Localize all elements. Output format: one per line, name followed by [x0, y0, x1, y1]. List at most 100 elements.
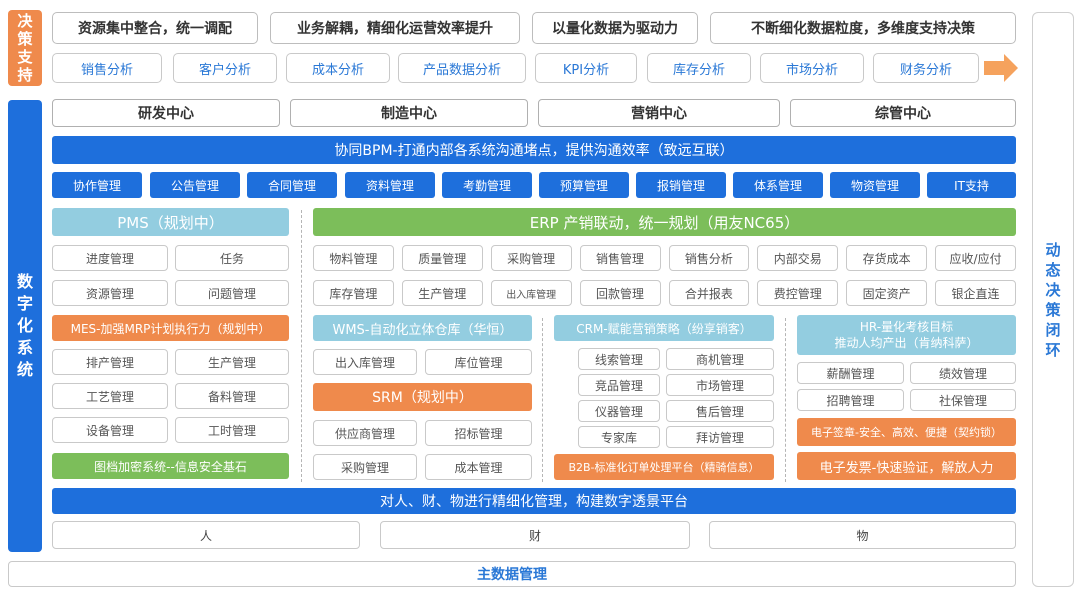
erp-production[interactable]: 生产管理 — [401, 280, 483, 306]
top-head-1: 资源集中整合，统一调配 — [52, 12, 258, 44]
closed-loop-label: 动态决策闭环 — [1032, 12, 1074, 587]
erp-consolidated[interactable]: 合并报表 — [668, 280, 750, 306]
divider — [785, 318, 786, 482]
bottom-bar: 对人、财、物进行精细化管理，构建数字透景平台 — [52, 488, 1016, 514]
bpm-notice[interactable]: 公告管理 — [150, 172, 240, 198]
closed-loop-char: 闭 — [1045, 320, 1061, 339]
analysis-kpi[interactable]: KPI分析 — [535, 53, 637, 83]
analysis-product[interactable]: 产品数据分析 — [398, 53, 526, 83]
decision-support-char: 支 — [17, 48, 33, 66]
analysis-customer[interactable]: 客户分析 — [173, 53, 277, 83]
wms-location[interactable]: 库位管理 — [425, 349, 532, 375]
erp-sales-analysis[interactable]: 销售分析 — [668, 245, 750, 271]
hr-title: HR-量化考核目标 推动人均产出（肯纳科萨） — [797, 315, 1016, 355]
crm-visits[interactable]: 拜访管理 — [666, 426, 774, 448]
crm-title: CRM-赋能营销策略（纷享销客） — [554, 315, 774, 341]
bpm-collab[interactable]: 协作管理 — [52, 172, 142, 198]
crm-instrument[interactable]: 仪器管理 — [578, 400, 660, 422]
bpm-materials[interactable]: 物资管理 — [830, 172, 920, 198]
erp-expense[interactable]: 费控管理 — [757, 280, 839, 306]
erp-inventory-cost[interactable]: 存货成本 — [846, 245, 928, 271]
hr-insurance[interactable]: 社保管理 — [910, 389, 1016, 411]
crm-leads[interactable]: 线索管理 — [578, 348, 660, 370]
analysis-inventory[interactable]: 库存分析 — [647, 53, 751, 83]
bpm-contract[interactable]: 合同管理 — [247, 172, 337, 198]
bpm-reimburse[interactable]: 报销管理 — [636, 172, 726, 198]
erp-sales[interactable]: 销售管理 — [579, 245, 661, 271]
arrow-right-icon — [984, 54, 1018, 82]
hr-recruit[interactable]: 招聘管理 — [797, 389, 904, 411]
mes-prep[interactable]: 备料管理 — [175, 383, 289, 409]
crm-experts[interactable]: 专家库 — [578, 426, 660, 448]
bpm-docs[interactable]: 资料管理 — [345, 172, 435, 198]
mes-production[interactable]: 生产管理 — [175, 349, 289, 375]
decision-support-char: 决 — [17, 12, 33, 30]
wms-inout[interactable]: 出入库管理 — [313, 349, 417, 375]
wms-title: WMS-自动化立体仓库（华恒） — [313, 315, 532, 341]
digital-system-char: 化 — [16, 316, 33, 335]
srm-supplier[interactable]: 供应商管理 — [313, 420, 417, 446]
mes-worktime[interactable]: 工时管理 — [175, 417, 289, 443]
top-head-2: 业务解耦，精细化运营效率提升 — [270, 12, 520, 44]
closed-loop-char: 策 — [1045, 300, 1061, 319]
bpm-budget[interactable]: 预算管理 — [539, 172, 629, 198]
top-head-4: 不断细化数据粒度，多维度支持决策 — [710, 12, 1016, 44]
center-rd: 研发中心 — [52, 99, 280, 127]
pms-progress[interactable]: 进度管理 — [52, 245, 168, 271]
divider — [542, 318, 543, 482]
bpm-system[interactable]: 体系管理 — [733, 172, 823, 198]
crm-market[interactable]: 市场管理 — [666, 374, 774, 396]
erp-stock[interactable]: 库存管理 — [313, 280, 394, 306]
srm-cost[interactable]: 成本管理 — [425, 454, 532, 480]
mes-process[interactable]: 工艺管理 — [52, 383, 168, 409]
e-signature: 电子签章-安全、高效、便捷（契约锁） — [797, 418, 1016, 446]
bpm-it[interactable]: IT支持 — [927, 172, 1016, 198]
hr-title-line1: HR-量化考核目标 — [859, 320, 954, 334]
master-data: 主数据管理 — [8, 561, 1016, 587]
decision-support-char: 持 — [17, 66, 33, 84]
digital-system-char: 统 — [16, 360, 33, 379]
closed-loop-char: 决 — [1045, 280, 1061, 299]
analysis-market[interactable]: 市场分析 — [760, 53, 864, 83]
footer-material: 物 — [709, 521, 1016, 549]
pms-issue[interactable]: 问题管理 — [175, 280, 289, 306]
closed-loop-char: 态 — [1045, 260, 1061, 279]
erp-material[interactable]: 物料管理 — [313, 245, 394, 271]
erp-internal-trade[interactable]: 内部交易 — [757, 245, 839, 271]
erp-fixed-assets[interactable]: 固定资产 — [846, 280, 928, 306]
closed-loop-char: 动 — [1045, 240, 1061, 259]
crm-aftersales[interactable]: 售后管理 — [666, 400, 774, 422]
decision-support-char: 策 — [17, 30, 33, 48]
pms-resource[interactable]: 资源管理 — [52, 280, 168, 306]
analysis-cost[interactable]: 成本分析 — [286, 53, 390, 83]
center-marketing: 营销中心 — [538, 99, 780, 127]
digital-system-label: 数字化系统 — [8, 100, 42, 552]
hr-title-line2: 推动人均产出（肯纳科萨） — [834, 336, 979, 350]
b2b-platform: B2B-标准化订单处理平台（精骑信息） — [554, 454, 774, 480]
pms-task[interactable]: 任务 — [175, 245, 289, 271]
crm-opportunity[interactable]: 商机管理 — [666, 348, 774, 370]
crm-competitor[interactable]: 竞品管理 — [578, 374, 660, 396]
erp-ar-ap[interactable]: 应收/应付 — [935, 245, 1016, 271]
analysis-finance[interactable]: 财务分析 — [873, 53, 979, 83]
erp-purchase[interactable]: 采购管理 — [490, 245, 572, 271]
bpm-bar: 协同BPM-打通内部各系统沟通堵点，提供沟通效率（致远互联） — [52, 136, 1016, 164]
analysis-sales[interactable]: 销售分析 — [52, 53, 162, 83]
mes-title: MES-加强MRP计划执行力（规划中） — [52, 315, 289, 341]
mes-scheduling[interactable]: 排产管理 — [52, 349, 168, 375]
hr-salary[interactable]: 薪酬管理 — [797, 362, 904, 384]
erp-quality[interactable]: 质量管理 — [401, 245, 483, 271]
mes-equipment[interactable]: 设备管理 — [52, 417, 168, 443]
digital-system-char: 系 — [16, 338, 33, 357]
srm-purchase[interactable]: 采购管理 — [313, 454, 417, 480]
digital-system-char: 数 — [16, 272, 33, 291]
erp-collection[interactable]: 回款管理 — [579, 280, 661, 306]
srm-tender[interactable]: 招标管理 — [425, 420, 532, 446]
erp-bank-link[interactable]: 银企直连 — [935, 280, 1016, 306]
erp-inout[interactable]: 出入库管理 — [490, 280, 572, 306]
bpm-attendance[interactable]: 考勤管理 — [442, 172, 532, 198]
top-head-3: 以量化数据为驱动力 — [532, 12, 698, 44]
footer-people: 人 — [52, 521, 360, 549]
pms-title: PMS（规划中） — [52, 208, 289, 236]
hr-performance[interactable]: 绩效管理 — [910, 362, 1016, 384]
